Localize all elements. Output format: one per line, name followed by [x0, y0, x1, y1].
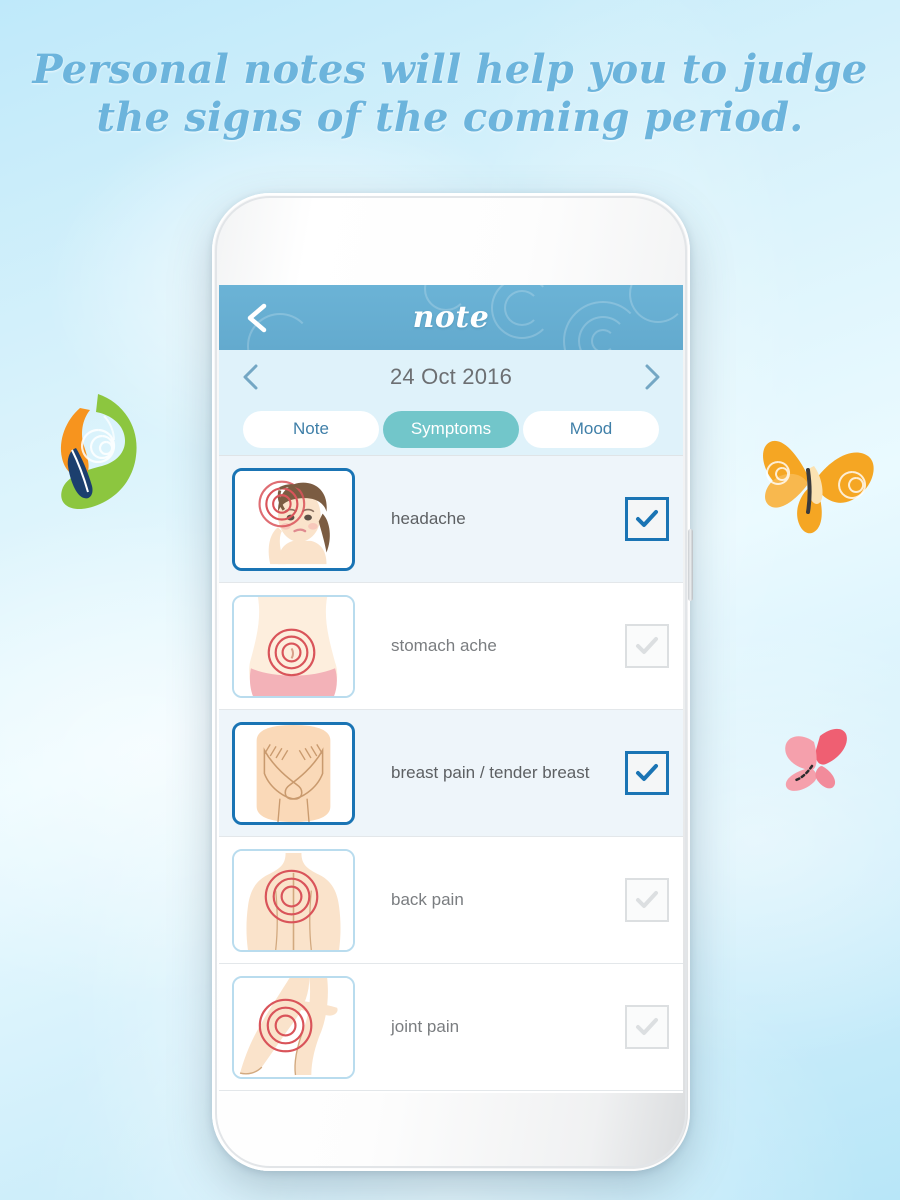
headline-line-1: Personal notes will help you to judge	[32, 46, 868, 93]
symptom-label: stomach ache	[391, 636, 497, 655]
breast-pain-illustration	[232, 721, 355, 825]
symptom-label: joint pain	[391, 1017, 460, 1036]
tab-bar: Note Symptoms Mood	[219, 403, 683, 455]
back-pain-illustration	[232, 848, 355, 952]
tab-mood[interactable]: Mood	[523, 410, 659, 448]
stomach-ache-illustration	[232, 594, 355, 698]
symptom-checkbox[interactable]	[625, 1005, 669, 1049]
tab-label: Note	[293, 419, 329, 438]
symptom-checkbox[interactable]	[625, 751, 669, 795]
symptom-row-breast-pain[interactable]: breast pain / tender breast	[219, 710, 683, 837]
joint-pain-illustration	[232, 975, 355, 1079]
symptom-row-stomach-ache[interactable]: stomach ache	[219, 583, 683, 710]
symptom-checkbox[interactable]	[625, 624, 669, 668]
tab-label: Mood	[569, 419, 613, 438]
symptom-label: headache	[391, 509, 466, 528]
current-date: 24 Oct 2016	[389, 363, 513, 389]
symptom-label: back pain	[391, 890, 464, 909]
phone-screen: note 24 Oct 2016 Note Symptoms Mood head…	[219, 285, 683, 1093]
chevron-right-icon[interactable]	[643, 363, 661, 391]
butterfly-green-icon	[36, 386, 160, 516]
tab-label: Symptoms	[410, 419, 492, 438]
tab-note[interactable]: Note	[243, 410, 379, 448]
power-button[interactable]	[688, 529, 693, 601]
date-navigation: 24 Oct 2016	[219, 350, 683, 403]
symptom-row-back-pain[interactable]: back pain	[219, 837, 683, 964]
app-title: note	[412, 300, 490, 335]
butterfly-pink-icon	[768, 722, 864, 802]
symptom-label: breast pain / tender breast	[391, 763, 590, 782]
symptom-checkbox[interactable]	[625, 878, 669, 922]
tab-symptoms[interactable]: Symptoms	[383, 410, 519, 448]
symptom-row-joint-pain[interactable]: joint pain	[219, 964, 683, 1091]
app-header: note	[219, 285, 683, 350]
chevron-left-icon[interactable]	[241, 363, 259, 391]
butterfly-orange-icon	[752, 428, 884, 536]
symptom-list: headache stomach ache breast pain / tend…	[219, 455, 683, 1091]
headache-illustration	[232, 467, 355, 571]
symptom-row-headache[interactable]: headache	[219, 456, 683, 583]
symptom-checkbox[interactable]	[625, 497, 669, 541]
headline-line-2: the signs of the coming period.	[96, 94, 804, 141]
page-headline: Personal notes will help you to judge th…	[0, 46, 900, 142]
